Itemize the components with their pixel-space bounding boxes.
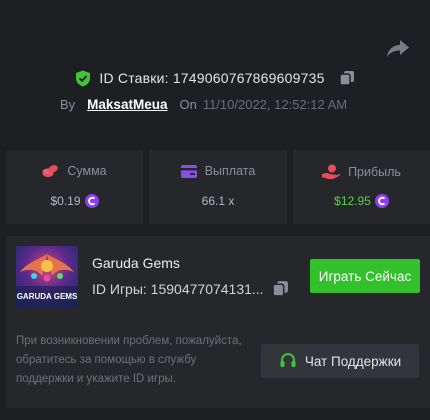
share-icon[interactable]: [386, 38, 410, 58]
game-id-text: ID Игры: 1590477074131...: [92, 280, 264, 297]
stat-card-payout: Выплата 66.1 x: [149, 150, 287, 224]
hand-money-icon: [322, 164, 340, 179]
by-label: By: [60, 96, 76, 112]
stat-label: Сумма: [67, 164, 107, 178]
game-card: GARUDA GEMS Garuda Gems ID Игры: 1590477…: [6, 236, 430, 408]
support-chat-button[interactable]: Чат Поддержки: [261, 344, 419, 378]
headset-icon: [280, 353, 296, 367]
stat-value: $12.95: [334, 194, 371, 208]
support-button-label: Чат Поддержки: [304, 353, 402, 369]
copy-icon[interactable]: [338, 70, 355, 86]
thumbnail-title: GARUDA GEMS: [17, 292, 78, 301]
stat-card-profit: Прибыль $12.95: [293, 150, 430, 224]
bet-datetime: 11/10/2022, 12:52:12 AM: [202, 96, 348, 112]
bet-id-row: ID Ставки: 1749060767869609735: [0, 66, 430, 90]
stat-value: 66.1 x: [201, 194, 235, 208]
bet-author-row: By MaksatMeua On 11/10/2022, 12:52:12 AM: [60, 94, 347, 114]
game-id-row: ID Игры: 1590477074131...: [92, 280, 289, 297]
on-label: On: [179, 96, 197, 112]
copy-icon[interactable]: [271, 280, 289, 297]
shield-check-icon: [76, 70, 91, 86]
bet-id-text: ID Ставки: 1749060767869609735: [99, 70, 325, 86]
username-link[interactable]: MaksatMeua: [87, 97, 167, 112]
coins-icon: [42, 165, 59, 177]
stat-value: $0.19: [50, 194, 81, 208]
game-thumbnail[interactable]: GARUDA GEMS: [16, 246, 78, 308]
stat-label: Выплата: [204, 164, 256, 178]
stat-card-amount: Сумма $0.19: [6, 150, 143, 224]
coin-c-icon: [374, 194, 389, 208]
wallet-icon: [180, 164, 197, 178]
game-name: Garuda Gems: [92, 255, 180, 271]
coin-c-icon: [84, 194, 99, 208]
stat-label: Прибыль: [348, 165, 401, 179]
play-now-button[interactable]: Играть Сейчас: [310, 259, 420, 293]
support-help-text: При возникновении проблем, пожалуйста, о…: [16, 335, 242, 385]
